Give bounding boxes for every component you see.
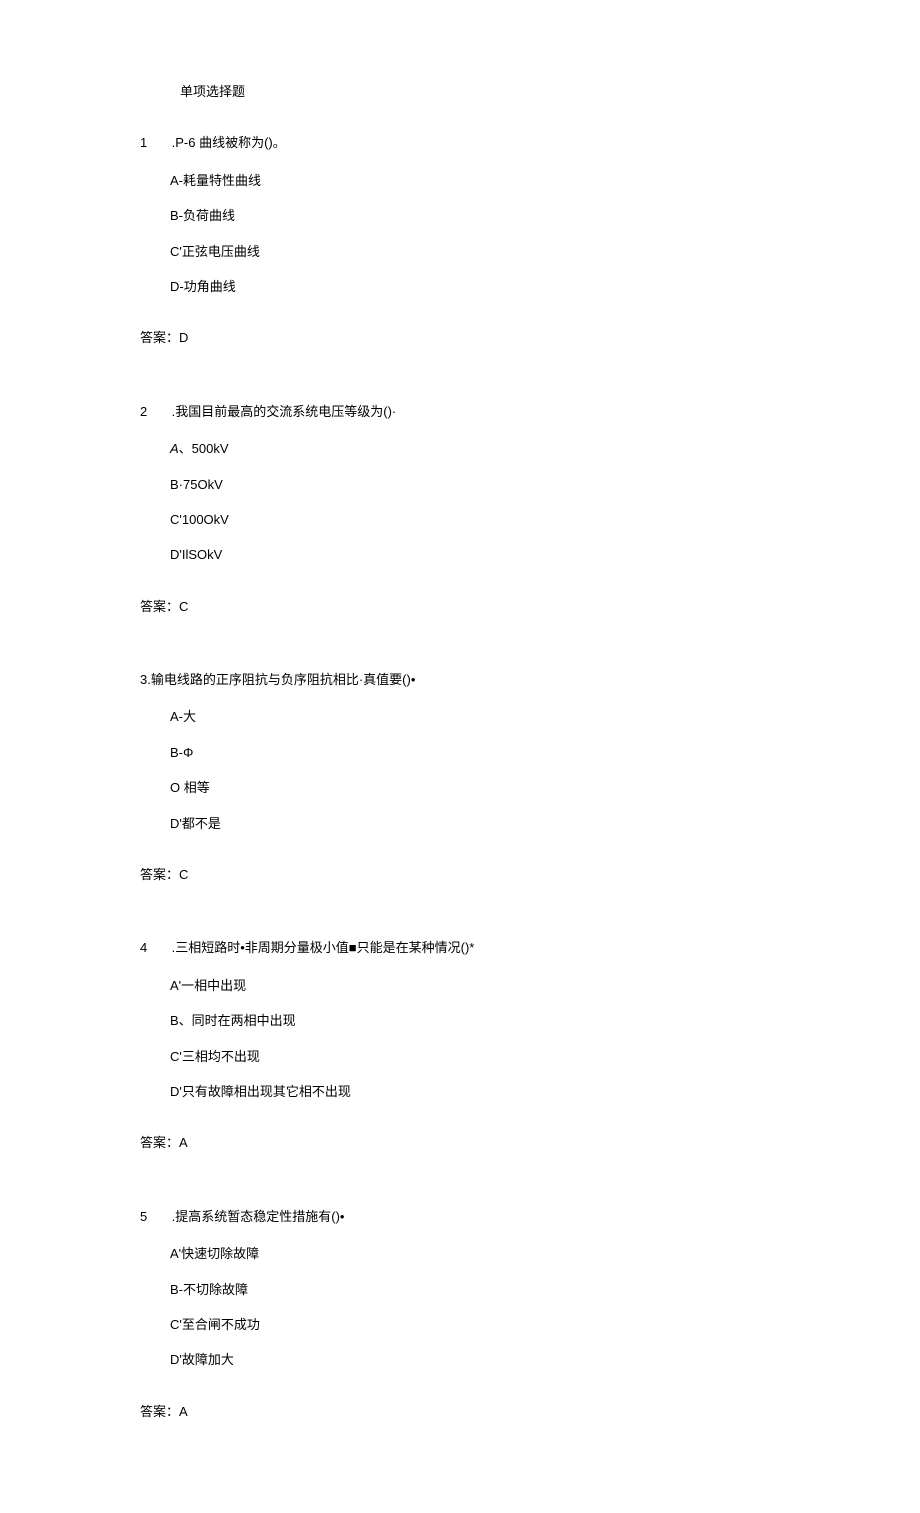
answer-3: 答案：C (140, 863, 780, 886)
option-c: C'正弦电压曲线 (170, 240, 780, 263)
question-number: 1 (140, 131, 154, 154)
option-b: B-Φ (170, 741, 780, 764)
answer-5: 答案：A (140, 1400, 780, 1423)
section-title: 单项选择题 (180, 80, 780, 103)
question-text: 3.输电线路的正序阻抗与负序阻抗相比·真值要()• (140, 672, 415, 687)
option-c: O 相等 (170, 776, 780, 799)
option-c: C'至合闸不成功 (170, 1313, 780, 1336)
question-text: .三相短路时•非周期分量极小值■只能是在某种情况()* (172, 940, 475, 955)
answer-2: 答案：C (140, 595, 780, 618)
italic-prefix: A (170, 441, 179, 456)
question-2: 2 .我国目前最高的交流系统电压等级为()· A、500kV B·75OkV C… (140, 400, 780, 567)
option-b: B-不切除故障 (170, 1278, 780, 1301)
option-b: B·75OkV (170, 473, 780, 496)
question-5: 5 .提高系统暂态稳定性措施有()• A'快速切除故障 B-不切除故障 C'至合… (140, 1205, 780, 1372)
option-a: A'快速切除故障 (170, 1242, 780, 1265)
option-c: C'三相均不出现 (170, 1045, 780, 1068)
question-stem: 3.输电线路的正序阻抗与负序阻抗相比·真值要()• (140, 668, 780, 691)
question-text: .P-6 曲线被称为()。 (172, 135, 286, 150)
option-b: B、同时在两相中出现 (170, 1009, 780, 1032)
question-1: 1 .P-6 曲线被称为()。 A-耗量特性曲线 B-负荷曲线 C'正弦电压曲线… (140, 131, 780, 298)
answer-1: 答案：D (140, 326, 780, 349)
question-3: 3.输电线路的正序阻抗与负序阻抗相比·真值要()• A-大 B-Φ O 相等 D… (140, 668, 780, 835)
option-d: D'故障加大 (170, 1348, 780, 1371)
option-b: B-负荷曲线 (170, 204, 780, 227)
option-a: A-耗量特性曲线 (170, 169, 780, 192)
question-stem: 1 .P-6 曲线被称为()。 (140, 131, 780, 154)
option-a-rest: 、500kV (179, 441, 229, 456)
option-a: A-大 (170, 705, 780, 728)
answer-4: 答案：A (140, 1131, 780, 1154)
question-text: .我国目前最高的交流系统电压等级为()· (172, 404, 397, 419)
question-number: 2 (140, 400, 154, 423)
question-number: 5 (140, 1205, 154, 1228)
option-d: D'都不是 (170, 812, 780, 835)
question-text: .提高系统暂态稳定性措施有()• (172, 1209, 345, 1224)
question-stem: 2 .我国目前最高的交流系统电压等级为()· (140, 400, 780, 423)
option-a: A'一相中出现 (170, 974, 780, 997)
option-d: D'IlSOkV (170, 543, 780, 566)
option-d: D'只有故障相出现其它相不出现 (170, 1080, 780, 1103)
option-a: A、500kV (170, 437, 780, 460)
option-c: C'100OkV (170, 508, 780, 531)
question-stem: 4 .三相短路时•非周期分量极小值■只能是在某种情况()* (140, 936, 780, 959)
option-d: D-功角曲线 (170, 275, 780, 298)
question-number: 4 (140, 936, 154, 959)
question-4: 4 .三相短路时•非周期分量极小值■只能是在某种情况()* A'一相中出现 B、… (140, 936, 780, 1103)
question-stem: 5 .提高系统暂态稳定性措施有()• (140, 1205, 780, 1228)
